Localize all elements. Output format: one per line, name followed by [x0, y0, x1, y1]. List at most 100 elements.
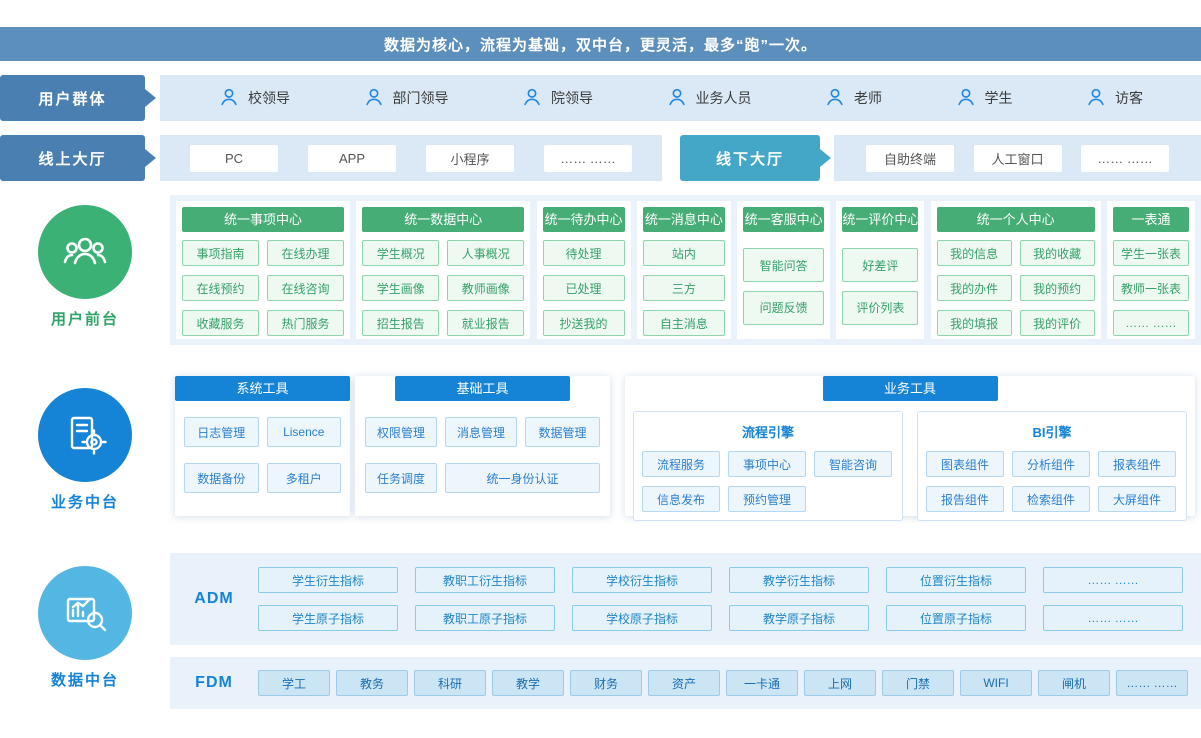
tool-cell: 分析组件 — [1012, 451, 1090, 477]
system-tools-card: 系统工具 日志管理 Lisence 数据备份 多租户 — [175, 376, 350, 516]
person-icon — [218, 86, 240, 111]
channel-box: 人工窗口 — [974, 145, 1062, 172]
person-icon — [666, 86, 688, 111]
service-cell: 学生一张表 — [1113, 240, 1189, 266]
tool-cell: 大屏组件 — [1098, 486, 1176, 512]
service-cell: 在线预约 — [182, 275, 259, 301]
tool-cell: 预约管理 — [728, 486, 806, 512]
user-group-item: 学生 — [955, 86, 1013, 111]
fdm-domain-cell: 教学 — [492, 670, 564, 696]
service-cell: 评价列表 — [842, 291, 918, 325]
atomic-indicator-cell: 学生原子指标 — [258, 605, 398, 631]
group-title: 统一数据中心 — [362, 207, 524, 232]
user-group-name: 访客 — [1115, 88, 1143, 108]
service-cell: 站内 — [643, 240, 725, 266]
group-title: 统一消息中心 — [643, 207, 725, 232]
service-cell: …… …… — [1113, 310, 1189, 336]
fdm-domain-cell: 教务 — [336, 670, 408, 696]
service-cell: 在线办理 — [267, 240, 344, 266]
user-group-item: 访客 — [1085, 86, 1143, 111]
top-banner: 数据为核心，流程为基础，双中台，更灵活，最多“跑”一次。 — [0, 27, 1201, 61]
fdm-domain-cell: WIFI — [960, 670, 1032, 696]
person-icon — [363, 86, 385, 111]
user-groups-label-text: 用户群体 — [38, 88, 106, 109]
fdm-domain-cell: 财务 — [570, 670, 642, 696]
derived-indicator-cell: 学生衍生指标 — [258, 567, 398, 593]
group-title: 统一事项中心 — [182, 207, 344, 232]
service-cell: 智能问答 — [743, 248, 824, 282]
fdm-domain-cell: 一卡通 — [726, 670, 798, 696]
service-cell: 待处理 — [543, 240, 625, 266]
user-group-item: 部门领导 — [363, 86, 449, 111]
online-hall-bar: PC APP 小程序 …… …… — [160, 135, 662, 181]
bi-engine-panel: BI引擎 图表组件 分析组件 报表组件 报告组件 检索组件 大屏组件 — [917, 411, 1187, 521]
frontend-panel: 统一事项中心 事项指南 在线办理 在线预约 在线咨询 收藏服务 热门服务 统一数… — [170, 195, 1201, 345]
user-group-name: 院领导 — [551, 88, 593, 108]
atomic-indicator-cell: 教职工原子指标 — [415, 605, 555, 631]
user-group-name: 学生 — [985, 88, 1013, 108]
frontend-group: 统一待办中心 待处理 已处理 抄送我的 — [537, 201, 631, 339]
frontend-group: 一表通 学生一张表 教师一张表 …… …… — [1107, 201, 1195, 339]
tool-cell: 数据管理 — [525, 417, 600, 447]
tool-cell: 图表组件 — [926, 451, 1004, 477]
user-group-name: 校领导 — [248, 88, 290, 108]
tool-cell: 报表组件 — [1098, 451, 1176, 477]
process-engine-title: 流程引擎 — [642, 422, 894, 441]
tool-cell: Lisence — [267, 417, 342, 447]
group-title: 统一客服中心 — [743, 207, 824, 232]
service-cell: 我的办件 — [937, 275, 1012, 301]
group-title: 统一待办中心 — [543, 207, 625, 232]
service-cell: 抄送我的 — [543, 310, 625, 336]
service-cell: 收藏服务 — [182, 310, 259, 336]
tool-cell: 事项中心 — [728, 451, 806, 477]
basic-tools-title: 基础工具 — [395, 376, 570, 401]
bi-engine-title: BI引擎 — [926, 422, 1178, 441]
service-cell: 学生画像 — [362, 275, 439, 301]
person-icon — [955, 86, 977, 111]
atomic-indicator-cell: 位置原子指标 — [886, 605, 1026, 631]
derived-indicator-cell: …… …… — [1043, 567, 1183, 593]
atomic-indicator-cell: …… …… — [1043, 605, 1183, 631]
channel-box: PC — [190, 145, 278, 172]
basic-tools-card: 基础工具 权限管理 消息管理 数据管理 任务调度 统一身份认证 — [355, 376, 610, 516]
service-cell: 教师画像 — [447, 275, 524, 301]
fdm-domain-cell: …… …… — [1116, 670, 1188, 696]
frontend-group: 统一客服中心 智能问答 问题反馈 — [737, 201, 830, 339]
service-cell: 招生报告 — [362, 310, 439, 336]
fdm-domain-cell: 上网 — [804, 670, 876, 696]
service-cell: 教师一张表 — [1113, 275, 1189, 301]
tool-cell: 日志管理 — [184, 417, 259, 447]
service-cell: 热门服务 — [267, 310, 344, 336]
frontend-group: 统一评价中心 好差评 评价列表 — [836, 201, 924, 339]
tool-cell: 检索组件 — [1012, 486, 1090, 512]
derived-indicator-cell: 教学衍生指标 — [729, 567, 869, 593]
atomic-indicator-cell: 教学原子指标 — [729, 605, 869, 631]
service-cell: 我的评价 — [1020, 310, 1095, 336]
chart-magnifier-icon — [38, 566, 132, 660]
data-platform: 数据中台 — [0, 566, 170, 690]
user-group-name: 部门领导 — [393, 88, 449, 108]
derived-indicator-cell: 教职工衍生指标 — [415, 567, 555, 593]
user-groups-bar: 校领导 部门领导 院领导 业务人员 老师 学生 访客 — [160, 75, 1201, 121]
tool-cell: 多租户 — [267, 463, 342, 493]
user-group-name: 老师 — [854, 88, 882, 108]
business-tools-card: 业务工具 流程引擎 流程服务 事项中心 智能咨询 信息发布 预约管理 BI引擎 … — [625, 376, 1195, 516]
fdm-domain-cell: 学工 — [258, 670, 330, 696]
user-groups-label: 用户群体 — [0, 75, 145, 121]
fdm-bar: FDM 学工 教务 科研 教学 财务 资产 一卡通 上网 门禁 WIFI 闸机 … — [170, 657, 1201, 709]
adm-label: ADM — [170, 590, 258, 608]
user-group-name: 业务人员 — [696, 88, 752, 108]
channel-box: …… …… — [1081, 145, 1169, 172]
frontend-group: 统一个人中心 我的信息 我的收藏 我的办件 我的预约 我的填报 我的评价 — [931, 201, 1101, 339]
tool-cell: 流程服务 — [642, 451, 720, 477]
offline-hall-label-text: 线下大厅 — [716, 148, 784, 169]
tool-cell: 数据备份 — [184, 463, 259, 493]
tool-cell: 智能咨询 — [814, 451, 892, 477]
fdm-domain-cell: 资产 — [648, 670, 720, 696]
fdm-domain-cell: 闸机 — [1038, 670, 1110, 696]
business-platform: 业务中台 — [0, 388, 170, 512]
online-hall-label: 线上大厅 — [0, 135, 145, 181]
service-cell: 三方 — [643, 275, 725, 301]
gear-doc-icon — [38, 388, 132, 482]
tool-cell: 权限管理 — [365, 417, 437, 447]
